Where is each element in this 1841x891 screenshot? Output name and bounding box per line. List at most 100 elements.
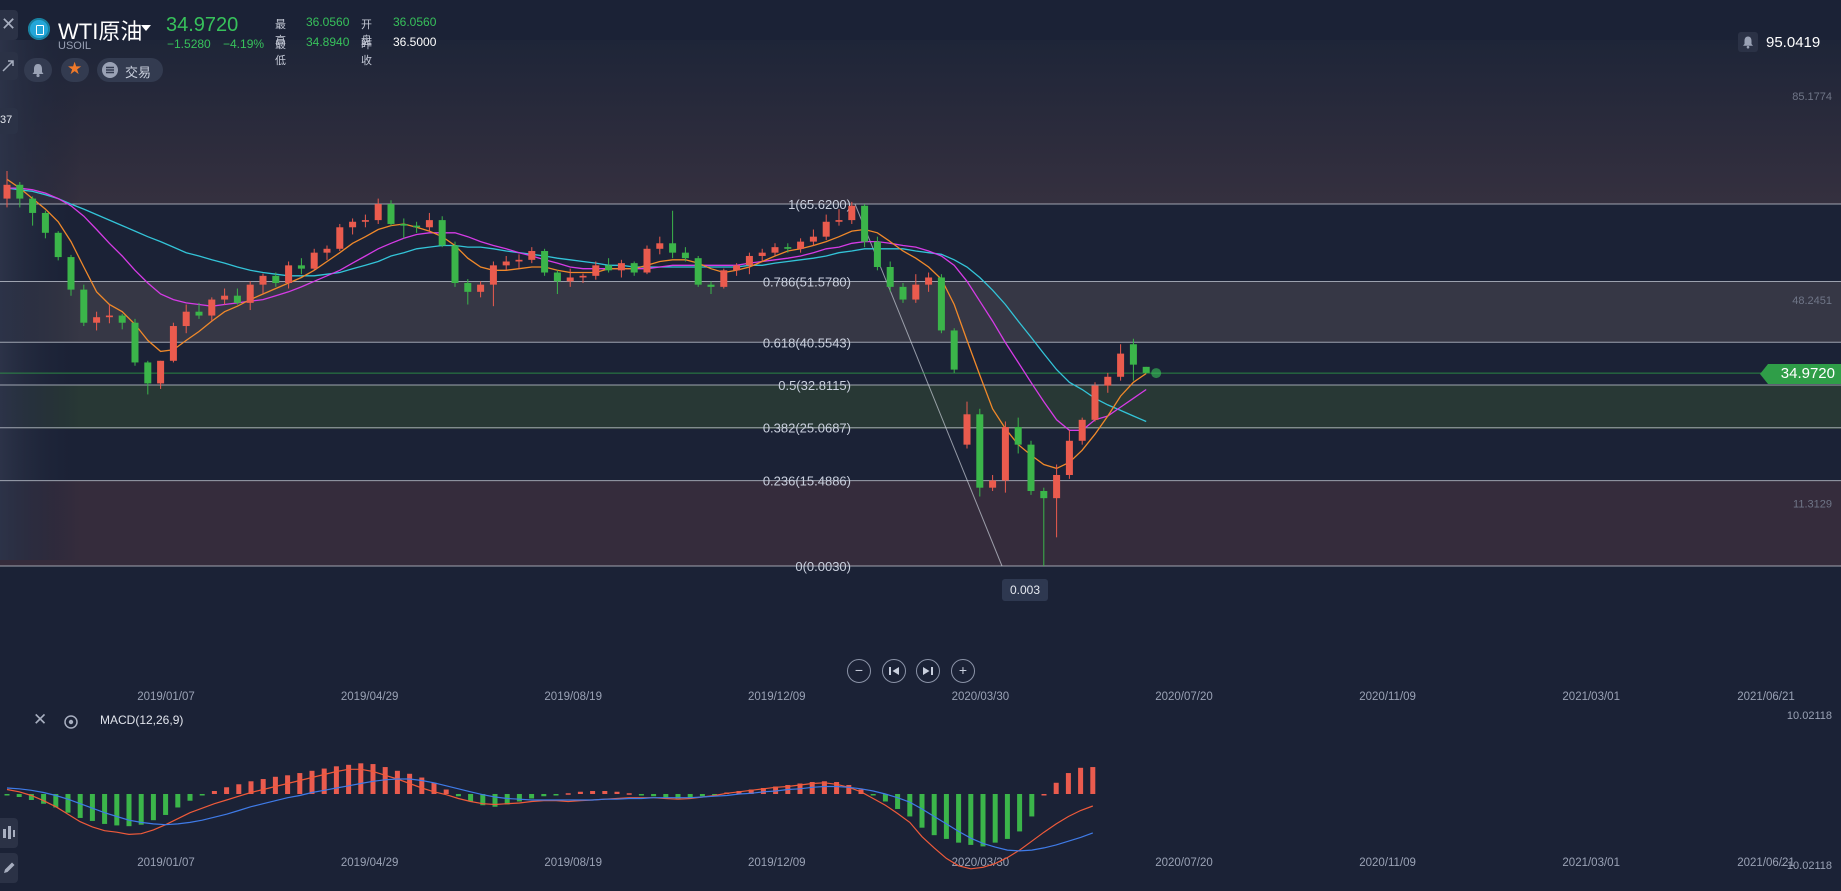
fib-level-label: 0.236(15.4886) xyxy=(763,474,851,489)
candle-body xyxy=(745,255,753,266)
candle-body xyxy=(528,251,536,260)
candle-body xyxy=(643,248,651,273)
candle-body xyxy=(221,295,229,300)
x-tick-label: 2019/08/19 xyxy=(544,857,602,869)
star-icon: ★ xyxy=(67,59,83,78)
plus-icon: + xyxy=(958,662,968,678)
chart-stage[interactable]: 1(65.6200) 0.786(51.5780) 0.618(40.5543) 0.… xyxy=(0,0,1841,891)
y-tick-label: 11.3129 xyxy=(1793,499,1832,511)
candle-body xyxy=(105,315,113,318)
pencil-icon xyxy=(4,862,15,873)
last-price-dot xyxy=(1151,368,1162,379)
scroll-back-button[interactable] xyxy=(882,659,906,683)
macd-histogram-bar xyxy=(297,773,303,794)
macd-histogram-bar xyxy=(590,791,596,794)
trade-button[interactable]: 交易 xyxy=(97,58,163,82)
x-tick-label: 2020/07/20 xyxy=(1155,691,1213,703)
scroll-forward-button[interactable] xyxy=(916,659,940,683)
macd-y-tick-label: 10.02118 xyxy=(1787,710,1832,722)
candle-body xyxy=(720,270,728,287)
alert-button[interactable] xyxy=(24,58,52,82)
candle-body xyxy=(592,265,600,276)
candle-body xyxy=(374,204,382,221)
macd-histogram-bar xyxy=(126,794,132,827)
candle-body xyxy=(233,295,241,303)
macd-histogram-bar xyxy=(333,766,339,794)
x-tick-label: 2020/07/20 xyxy=(1155,857,1213,869)
candle-body xyxy=(169,326,177,361)
macd-histogram-bar xyxy=(272,776,278,794)
prev-close-value: 36.5000 xyxy=(393,35,437,49)
fib-level-label: 0.5(32.8115) xyxy=(778,378,851,393)
draw-tool-button[interactable] xyxy=(0,52,18,80)
macd-histogram-bar xyxy=(943,794,949,839)
macd-histogram-bar xyxy=(65,794,71,813)
last-price: 34.9720 xyxy=(166,14,239,36)
macd-histogram-bar xyxy=(16,794,22,797)
candle-body xyxy=(1053,474,1061,499)
skip-back-icon xyxy=(888,666,899,675)
alert-indicator[interactable] xyxy=(1738,32,1758,52)
indicator-tool-button[interactable] xyxy=(0,818,18,848)
pencil-tool-button[interactable] xyxy=(0,853,18,883)
macd-histogram-bar xyxy=(309,770,315,794)
macd-histogram-bar xyxy=(358,763,364,794)
candle-body xyxy=(1001,426,1009,481)
candle-body xyxy=(1142,366,1150,373)
candle-body xyxy=(1078,419,1086,441)
candle-body xyxy=(259,275,267,285)
bell-icon xyxy=(1743,36,1753,49)
macd-histogram-bar xyxy=(150,794,156,821)
bell-icon xyxy=(32,64,44,78)
x-tick-label: 2020/11/09 xyxy=(1359,857,1416,869)
candle-body xyxy=(912,284,920,300)
macd-histogram-bar xyxy=(699,794,705,797)
macd-histogram-bar xyxy=(224,787,230,794)
last-price-tag: 34.9720 xyxy=(1760,364,1841,384)
x-tick-label: 2019/01/07 xyxy=(137,691,195,703)
macd-histogram-bar xyxy=(114,794,120,826)
x-tick-label: 2019/04/29 xyxy=(341,857,399,869)
fib-level-label: 0.382(25.0687) xyxy=(763,421,851,436)
candle-body xyxy=(80,289,88,323)
prev-close-label: 昨收 xyxy=(361,39,372,67)
x-tick-label: 2021/06/21 xyxy=(1737,691,1795,703)
low-value: 34.8940 xyxy=(306,35,350,49)
open-value: 36.0560 xyxy=(393,15,437,29)
candle-body xyxy=(157,360,165,384)
candle-body xyxy=(1027,444,1035,491)
fib-zone-786 xyxy=(0,282,1841,342)
macd-histogram-bar xyxy=(394,770,400,794)
macd-histogram-bar xyxy=(529,794,535,799)
candle-body xyxy=(285,265,293,284)
macd-histogram-bar xyxy=(455,794,461,797)
candle-body xyxy=(93,317,101,323)
candle-body xyxy=(681,252,689,259)
chevron-down-icon[interactable] xyxy=(141,25,151,31)
candle-body xyxy=(541,251,549,273)
candle-body xyxy=(1040,490,1048,499)
macd-histogram-bar xyxy=(1041,794,1047,796)
candle-body xyxy=(1014,426,1022,445)
macd-histogram-bar xyxy=(4,794,10,796)
y-tick-label: 48.2451 xyxy=(1792,295,1832,307)
favorite-button[interactable]: ★ xyxy=(61,58,89,82)
candle-body xyxy=(502,261,510,266)
x-tick-label: 2019/01/07 xyxy=(137,857,195,869)
close-chart-button[interactable]: ✕ xyxy=(0,10,18,40)
symbol-logo-icon xyxy=(28,18,50,40)
candlestick-chart[interactable]: 1(65.6200) 0.786(51.5780) 0.618(40.5543) 0.… xyxy=(0,0,1841,891)
candle-body xyxy=(886,267,894,287)
zoom-out-button[interactable]: − xyxy=(847,659,871,683)
macd-histogram-bar xyxy=(516,794,522,802)
zoom-in-button[interactable]: + xyxy=(951,659,975,683)
symbol-code: USOIL xyxy=(58,40,92,52)
macd-y-tick-label: −10.02118 xyxy=(1781,860,1833,872)
skip-forward-icon xyxy=(922,666,933,675)
macd-histogram-bar xyxy=(175,794,181,808)
macd-histogram-bar xyxy=(553,794,559,796)
gear-icon[interactable] xyxy=(63,714,79,730)
close-icon[interactable]: ✕ xyxy=(33,710,47,730)
macd-histogram-bar xyxy=(992,794,998,843)
macd-histogram-bar xyxy=(931,794,937,836)
